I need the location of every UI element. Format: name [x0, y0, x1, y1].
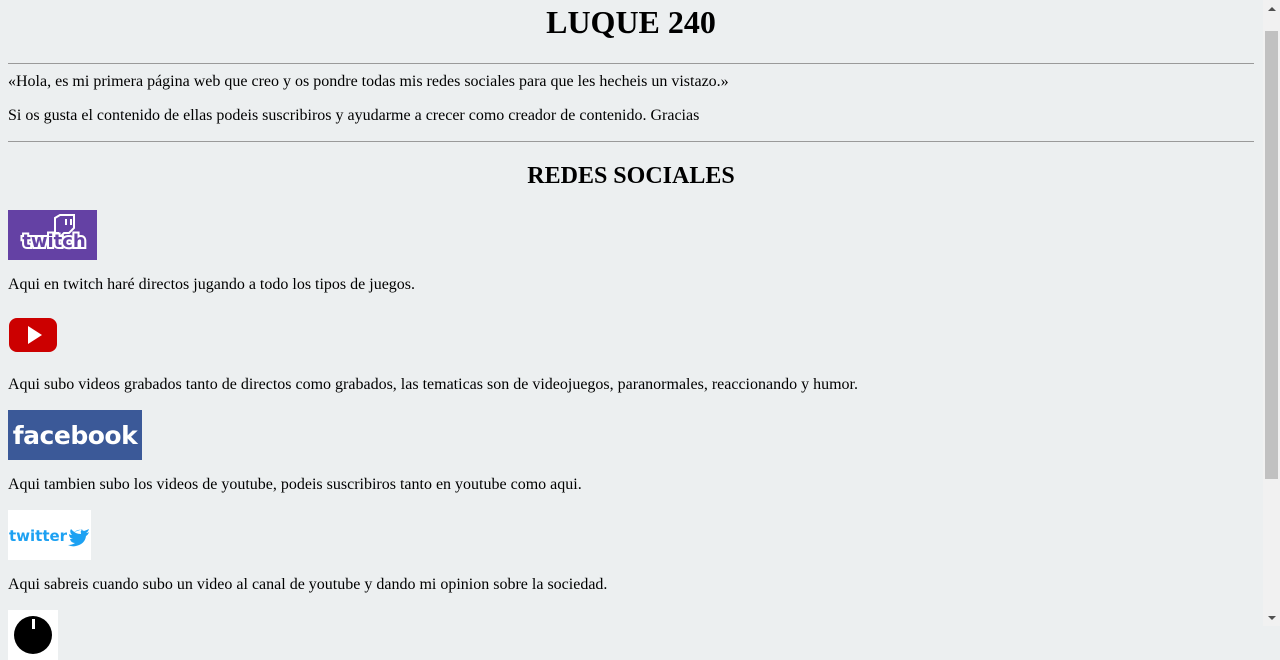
scrollbar-thumb[interactable]	[1265, 31, 1278, 479]
tiktok-logo-link[interactable]	[8, 610, 58, 660]
youtube-logo-link[interactable]	[8, 310, 58, 360]
twitch-description: Aqui en twitch haré directos jugando a t…	[8, 276, 416, 293]
twitch-logo-text: twitch	[22, 231, 86, 252]
divider-top	[8, 63, 1254, 64]
twitch-icon: twitch	[8, 210, 97, 260]
facebook-icon: facebook	[12, 420, 138, 450]
youtube-icon	[9, 318, 57, 352]
facebook-logo-link[interactable]: facebook	[8, 410, 142, 460]
divider-bottom	[8, 141, 1254, 142]
youtube-description: Aqui subo videos grabados tanto de direc…	[8, 376, 858, 393]
page-title: LUQUE 240	[546, 4, 716, 40]
twitter-logo-text: twitter	[9, 527, 68, 545]
twitter-description: Aqui sabreis cuando subo un video al can…	[8, 576, 608, 593]
scroll-down-arrow-icon[interactable]	[1263, 609, 1280, 626]
facebook-description: Aqui tambien subo los videos de youtube,…	[8, 476, 582, 493]
intro-text: «Hola, es mi primera página web que creo…	[8, 73, 729, 90]
vertical-scrollbar[interactable]	[1263, 0, 1280, 626]
twitter-icon: twitter	[8, 510, 91, 560]
tiktok-icon	[14, 616, 52, 654]
twitter-logo-link[interactable]: twitter	[8, 510, 91, 560]
subscribe-text: Si os gusta el contenido de ellas podeis…	[8, 107, 700, 124]
section-title: REDES SOCIALES	[527, 163, 735, 189]
twitch-logo-link[interactable]: twitch	[8, 210, 97, 260]
scroll-up-arrow-icon[interactable]	[1263, 0, 1280, 17]
